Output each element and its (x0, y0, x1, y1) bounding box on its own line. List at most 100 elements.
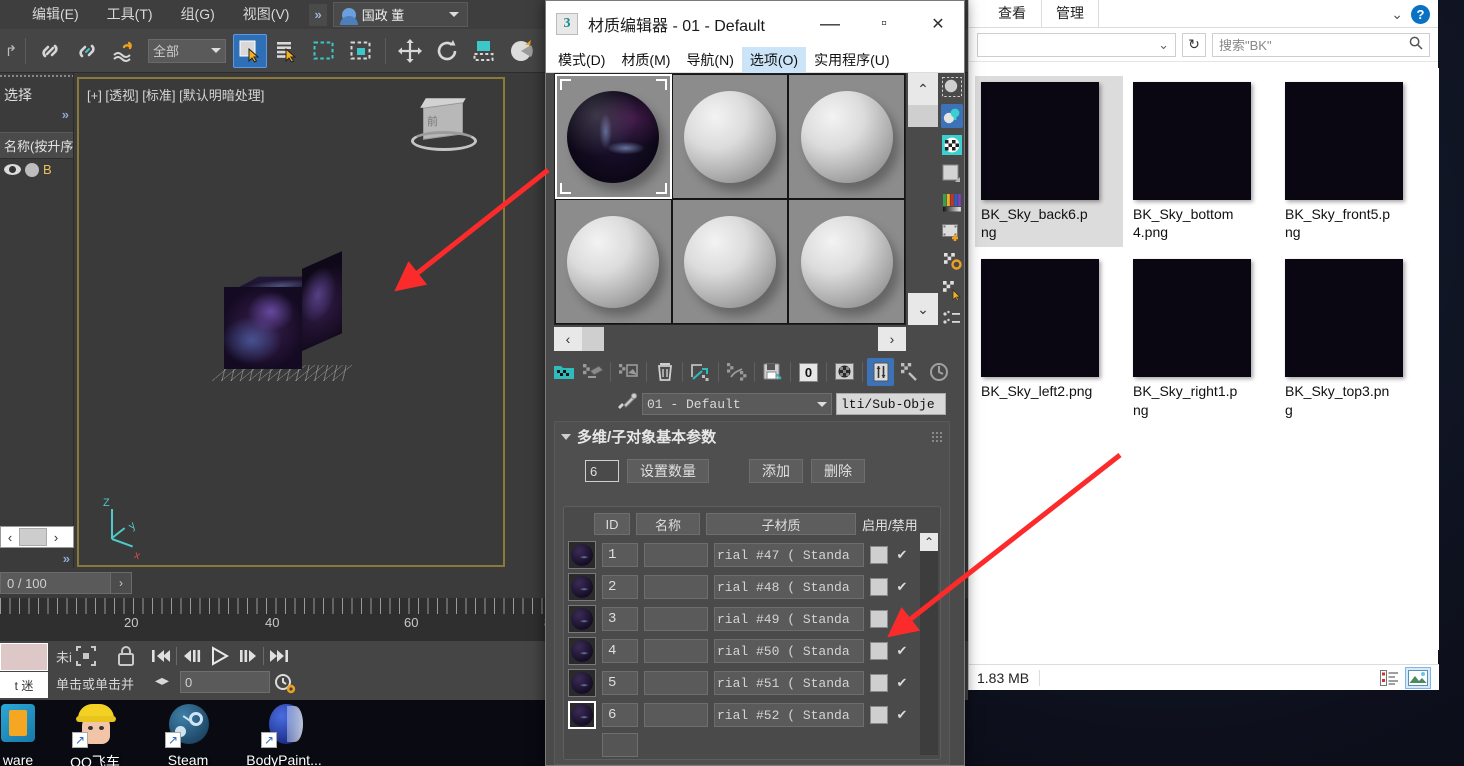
sample-uv-tiling-icon[interactable] (941, 162, 963, 186)
delete-material-icon[interactable] (651, 358, 678, 386)
sub-material-preview[interactable] (568, 605, 596, 633)
current-time-field[interactable]: 0 (180, 671, 270, 693)
select-and-scale-icon[interactable] (467, 34, 501, 68)
scene-explorer-bottom-chevron-icon[interactable]: » (0, 551, 74, 566)
scroll-left-icon[interactable]: ‹ (1, 530, 19, 545)
reset-map-icon[interactable] (615, 358, 642, 386)
sub-material-preview[interactable] (568, 541, 596, 569)
column-header-sub-material[interactable]: 子材质 (706, 513, 856, 535)
sub-material-preview[interactable] (568, 637, 596, 665)
sub-material-color-swatch[interactable] (870, 578, 888, 596)
material-name-dropdown[interactable]: 01 - Default (642, 393, 832, 415)
list-item[interactable]: BK_Sky_right1.png (1127, 253, 1275, 424)
table-row[interactable]: 4 rial #50 ( Standa ✔ (564, 635, 940, 667)
help-icon[interactable]: ? (1411, 5, 1430, 24)
material-editor-titlebar[interactable]: 3 材质编辑器 - 01 - Default — ▫ ✕ (546, 1, 964, 47)
tab-manage[interactable]: 管理 (1041, 0, 1099, 27)
sub-material-id[interactable]: 2 (602, 575, 638, 599)
sample-slots-grid[interactable] (554, 73, 906, 325)
window-crossing-icon[interactable] (344, 34, 378, 68)
explorer-file-list[interactable]: BK_Sky_back6.png BK_Sky_bottom4.png BK_S… (969, 68, 1439, 650)
table-row[interactable]: 3 rial #49 ( Standa ✔ (564, 603, 940, 635)
sub-material-table-vscrollbar[interactable]: ⌃ (920, 533, 938, 755)
ribbon-collapse-chevron-icon[interactable]: ⌄ (1391, 6, 1403, 23)
desktop-icon-2[interactable]: ↗ Steam (142, 702, 234, 766)
reference-coord-icon[interactable] (504, 34, 538, 68)
current-frame-field[interactable]: 0 / 100 (0, 572, 120, 594)
chevron-down-icon[interactable]: ⌄ (1158, 37, 1169, 53)
frame-spinner-arrows-icon[interactable]: ◂▸ (155, 672, 169, 689)
select-and-move-icon[interactable] (393, 34, 427, 68)
scroll-up-icon[interactable]: ⌃ (908, 73, 938, 105)
material-effects-channel-icon[interactable]: 0 (795, 358, 822, 386)
sub-material-name-field[interactable] (644, 639, 708, 663)
scroll-right-icon[interactable]: › (47, 530, 65, 545)
sub-material-id[interactable]: 6 (602, 703, 638, 727)
select-object-icon[interactable] (233, 33, 267, 68)
scroll-right-icon[interactable]: › (878, 327, 906, 351)
sample-type-sphere-icon[interactable] (941, 75, 963, 99)
textured-cube-object[interactable] (212, 251, 354, 381)
go-to-end-button[interactable] (266, 643, 292, 669)
sub-material-button[interactable]: rial #47 ( Standa (714, 543, 864, 567)
options-gear-icon[interactable] (941, 249, 963, 273)
show-shaded-material-in-viewport-icon[interactable] (831, 358, 858, 386)
maximize-button[interactable]: ▫ (862, 2, 906, 46)
rollout-header[interactable]: 多维/子对象基本参数 (555, 422, 949, 451)
scroll-left-icon[interactable]: ‹ (554, 327, 582, 351)
video-color-check-icon[interactable] (941, 191, 963, 215)
large-icons-view-icon[interactable] (1405, 666, 1431, 689)
sub-material-color-swatch[interactable] (870, 706, 888, 724)
menu-overflow-chevron-icon[interactable]: » (309, 3, 327, 26)
table-row[interactable]: 6 rial #52 ( Standa ✔ (564, 699, 940, 731)
search-input[interactable]: 搜索"BK" (1212, 32, 1430, 57)
sub-material-enable-checkbox[interactable]: ✔ (894, 675, 910, 691)
put-to-library-icon[interactable] (759, 358, 786, 386)
menu-item-group[interactable]: 组(G) (167, 0, 229, 29)
sample-slot-5[interactable] (671, 199, 789, 324)
sample-slot-6[interactable] (788, 199, 905, 324)
list-item[interactable]: BK_Sky_top3.png (1279, 253, 1427, 424)
perspective-viewport[interactable]: [+] [透视] [标准] [默认明暗处理] 前 (77, 77, 505, 567)
set-number-button[interactable]: 设置数量 (627, 459, 709, 483)
menu-item-edit[interactable]: 编辑(E) (18, 0, 93, 29)
sub-material-enable-checkbox[interactable]: ✔ (894, 643, 910, 659)
lock-icon[interactable] (113, 643, 139, 674)
sub-material-preview[interactable] (568, 669, 596, 697)
go-to-parent-icon[interactable] (896, 358, 923, 386)
list-item[interactable]: BK_Sky_bottom4.png (1127, 76, 1275, 247)
freeze-dot-icon[interactable] (25, 162, 39, 177)
menu-item-modes[interactable]: 模式(D) (550, 47, 613, 73)
close-button[interactable]: ✕ (916, 2, 960, 46)
sample-slots-hscrollbar[interactable]: ‹ › (554, 327, 906, 351)
sub-material-id[interactable]: 4 (602, 639, 638, 663)
view-cube-icon[interactable]: 前 (409, 98, 479, 165)
list-item[interactable]: B (0, 159, 73, 180)
sub-material-button[interactable]: rial #51 ( Standa (714, 671, 864, 695)
go-to-start-button[interactable] (148, 643, 174, 669)
material-map-navigator-icon[interactable] (941, 307, 963, 331)
backlight-icon[interactable] (941, 104, 963, 128)
unlink-icon[interactable] (70, 34, 104, 68)
delete-button[interactable]: 删除 (811, 459, 865, 483)
sample-slot-3[interactable] (788, 74, 905, 199)
previous-frame-button[interactable] (179, 643, 205, 669)
pick-material-icon[interactable] (616, 391, 638, 418)
refresh-icon[interactable]: ↻ (1182, 32, 1206, 57)
column-header-id[interactable]: ID (594, 513, 630, 535)
menu-item-navigation[interactable]: 导航(N) (678, 47, 741, 73)
show-end-result-icon[interactable] (867, 358, 894, 386)
toolbar-overflow-icon[interactable]: ↱ (4, 42, 18, 60)
frame-go-button[interactable]: › (110, 572, 132, 594)
link-icon[interactable] (33, 34, 67, 68)
scroll-down-icon[interactable]: ⌄ (908, 293, 938, 325)
scene-explorer-hscrollbar[interactable]: ‹ › (0, 526, 74, 548)
scene-explorer-chevron-icon[interactable]: » (0, 107, 73, 122)
sub-material-id[interactable]: 3 (602, 607, 638, 631)
sub-material-name-field[interactable] (644, 703, 708, 727)
scene-explorer-column-header[interactable]: 名称(按升序) (0, 132, 73, 159)
sub-material-id[interactable]: 1 (602, 543, 638, 567)
bind-spacewarp-icon[interactable] (107, 34, 141, 68)
sub-material-preview[interactable] (568, 701, 596, 729)
table-row[interactable]: 2 rial #48 ( Standa ✔ (564, 571, 940, 603)
